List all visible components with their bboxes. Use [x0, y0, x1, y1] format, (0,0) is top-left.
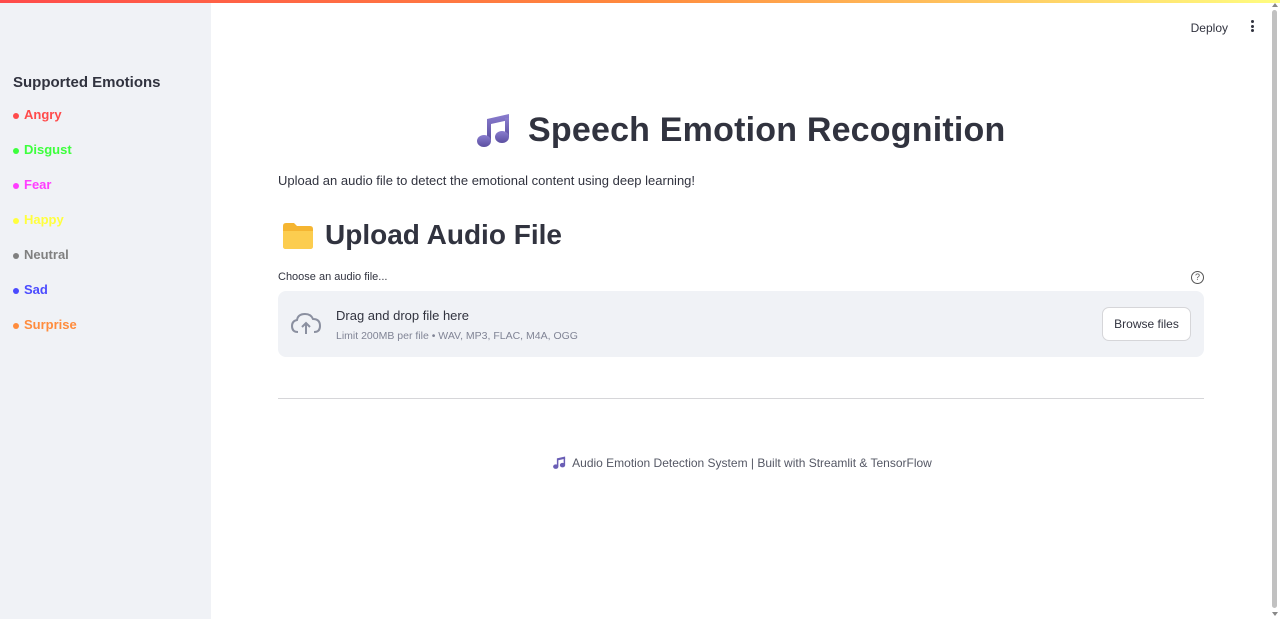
emotion-item-sad: Sad: [13, 282, 77, 317]
emotion-label: Sad: [24, 282, 48, 297]
dropzone-instructions: Drag and drop file here: [336, 308, 469, 323]
emotion-item-neutral: Neutral: [13, 247, 77, 282]
musical-notes-icon: [553, 456, 566, 469]
main-content: Deploy Speech Emotion Recognition Upload…: [211, 0, 1269, 619]
top-decoration-bar: [0, 0, 1280, 3]
emotion-label: Happy: [24, 212, 64, 227]
main-menu-kebab-icon[interactable]: [1247, 18, 1257, 34]
emotion-item-surprise: Surprise: [13, 317, 77, 352]
sidebar: Supported Emotions Angry Disgust Fear Ha…: [0, 0, 211, 619]
page-title-text: Speech Emotion Recognition: [528, 110, 1006, 149]
uploader-label: Choose an audio file...: [278, 271, 388, 283]
page-subtitle: Upload an audio file to detect the emoti…: [278, 173, 696, 188]
scroll-down-arrow-icon[interactable]: [1272, 612, 1278, 616]
sidebar-title: Supported Emotions: [13, 74, 161, 91]
deploy-button[interactable]: Deploy: [1187, 19, 1232, 37]
bullet-dot-icon: [13, 113, 19, 119]
emotion-item-fear: Fear: [13, 177, 77, 212]
bullet-dot-icon: [13, 183, 19, 189]
emotion-label: Neutral: [24, 247, 69, 262]
bullet-dot-icon: [13, 148, 19, 154]
bullet-dot-icon: [13, 323, 19, 329]
bullet-dot-icon: [13, 288, 19, 294]
browse-files-button[interactable]: Browse files: [1102, 307, 1191, 341]
cloud-upload-icon: [290, 312, 322, 334]
footer: Audio Emotion Detection System | Built w…: [211, 455, 1273, 470]
section-title-text: Upload Audio File: [325, 219, 562, 250]
scroll-up-arrow-icon[interactable]: [1272, 3, 1278, 7]
bullet-dot-icon: [13, 253, 19, 259]
folder-icon: [283, 223, 313, 249]
help-icon[interactable]: ?: [1191, 271, 1204, 284]
emotion-label: Disgust: [24, 142, 72, 157]
emotion-list: Angry Disgust Fear Happy Neutral Sad Sur…: [13, 107, 77, 352]
vertical-scrollbar[interactable]: [1269, 0, 1280, 619]
emotion-label: Surprise: [24, 317, 77, 332]
section-title: Upload Audio File: [281, 218, 562, 252]
scrollbar-thumb[interactable]: [1272, 10, 1277, 608]
emotion-label: Fear: [24, 177, 52, 192]
file-dropzone[interactable]: Drag and drop file here Limit 200MB per …: [278, 291, 1204, 357]
page-title: Speech Emotion Recognition: [474, 110, 1005, 150]
emotion-item-happy: Happy: [13, 212, 77, 247]
divider: [278, 398, 1204, 399]
bullet-dot-icon: [13, 218, 19, 224]
footer-text: Audio Emotion Detection System | Built w…: [572, 455, 932, 470]
dropzone-limit-text: Limit 200MB per file • WAV, MP3, FLAC, M…: [336, 330, 578, 342]
musical-notes-icon: [477, 114, 509, 147]
emotion-item-disgust: Disgust: [13, 142, 77, 177]
emotion-item-angry: Angry: [13, 107, 77, 142]
emotion-label: Angry: [24, 107, 62, 122]
